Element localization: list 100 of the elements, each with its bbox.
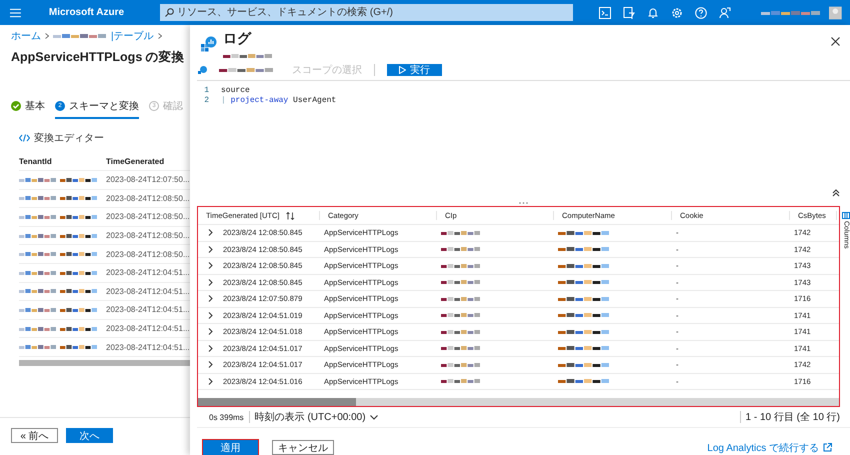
search-icon [165,8,174,17]
apply-button[interactable]: 適用 [203,440,258,455]
redaction-mark [19,344,57,350]
columns-icon [842,212,850,219]
person-icon[interactable] [719,6,732,18]
line-number: 1 [203,86,209,94]
play-icon [399,66,406,74]
sort-icon[interactable] [286,212,294,220]
expand-icon[interactable] [208,262,213,270]
step-tab[interactable]: 基本 [11,96,45,119]
table-cell: 2023-08-24T12:08:50... [106,231,190,240]
expand-icon[interactable] [208,229,213,236]
next-button[interactable]: 次へ [66,428,113,443]
run-button[interactable]: 実行 [387,64,442,76]
bell-icon[interactable] [647,6,660,18]
external-link-icon [823,443,832,452]
code-line: | project-away UserAgent [221,96,336,104]
redaction-mark [60,270,98,276]
redaction-mark [19,288,57,294]
expand-icon[interactable] [208,361,213,368]
redaction-mark [761,10,822,16]
expand-icon[interactable] [208,246,213,253]
breadcrumb-link[interactable]: |テーブル [111,29,154,43]
table-cell: 2023-08-24T12:04:51... [106,268,190,278]
table-cell: 2023-08-24T12:04:51... [106,324,190,334]
redaction-mark [60,195,98,202]
redaction-mark [60,288,98,294]
menu-icon[interactable] [10,8,21,18]
terminal-icon[interactable] [599,6,612,18]
redaction-mark [441,328,481,335]
avatar-icon[interactable] [829,6,842,20]
redaction-mark [60,251,98,258]
table-cell: 2023-08-24T12:04:51... [106,305,190,314]
cancel-button[interactable]: キャンセル [272,440,334,455]
redaction-mark [19,176,57,183]
column-header[interactable]: TimeGenerated [106,157,190,166]
expand-icon[interactable] [208,295,213,302]
column-header[interactable]: TenantId [19,157,106,166]
redaction-mark [19,251,57,258]
line-number: 2 [203,96,209,104]
redaction-mark [558,378,610,384]
log-analytics-link[interactable]: Log Analytics で続行する [707,440,832,454]
redaction-mark [441,362,481,368]
expand-icon[interactable] [208,344,213,352]
close-icon[interactable] [831,37,840,46]
redaction-mark [53,33,107,39]
redaction-mark [441,312,481,318]
table-cell: 2023-08-24T12:07:50... [106,175,190,184]
expand-icon[interactable] [208,278,213,286]
redaction-mark [60,306,98,313]
page-title: AppServiceHTTPLogs の変換 [11,49,185,66]
redaction-mark [441,262,481,269]
redaction-mark [441,378,481,384]
check-circle-icon [11,101,21,111]
settings-icon[interactable] [671,6,684,18]
redaction-mark [19,232,57,239]
redaction-mark [60,214,98,220]
redaction-mark [223,53,273,59]
search-field[interactable]: リソース、サービス、ドキュメントの検索 (G+/) [160,4,574,21]
table-cell: 2023-08-24T12:08:50... [106,250,190,259]
redaction-mark [441,345,481,352]
redaction-mark [441,279,481,286]
redaction-mark [558,262,610,269]
row-count: 1 - 10 行目 (全 10 行) [746,411,840,424]
resize-handle[interactable] [519,202,528,204]
redaction-mark [558,328,610,335]
redaction-mark [60,326,98,332]
code-line: source [221,86,250,94]
expand-icon[interactable] [208,312,213,319]
table-cell: 2023-08-24T12:08:50... [106,212,190,222]
code-editor[interactable]: 1 source 2 | project-away UserAgent [197,81,850,201]
redaction-mark [19,326,57,332]
redaction-mark [558,312,610,318]
time-display-dropdown[interactable]: 時刻の表示 (UTC+00:00) [254,410,378,424]
expand-icon[interactable] [208,328,213,336]
redaction-mark [558,345,610,352]
redaction-mark [558,230,610,236]
redaction-mark [558,246,610,252]
back-button[interactable]: « 前へ [11,428,58,443]
panel-title: ログ [223,30,252,48]
chevron-down-icon [370,414,378,420]
redaction-mark [558,296,610,302]
brand-name[interactable]: Microsoft Azure [48,7,124,18]
expand-icon[interactable] [208,378,213,385]
scrollbar[interactable] [19,360,190,366]
redaction-mark [60,176,98,183]
redaction-mark [19,195,57,202]
query-duration: 0s 399ms [209,412,244,422]
scrollbar[interactable] [198,398,839,406]
redaction-mark [60,232,98,239]
breadcrumb-link[interactable]: ホーム [11,29,41,43]
redaction-mark [19,306,57,313]
chevron-icon [158,33,162,39]
help-icon[interactable] [695,6,708,18]
editor-link[interactable]: 変換エディター [19,131,190,145]
redaction-mark [558,279,610,286]
chevron-icon [45,33,49,39]
collapse-icon[interactable] [832,189,840,197]
table-cell: 2023-08-24T12:04:51... [106,286,190,296]
table-cell: 2023-08-24T12:08:50... [106,194,190,203]
